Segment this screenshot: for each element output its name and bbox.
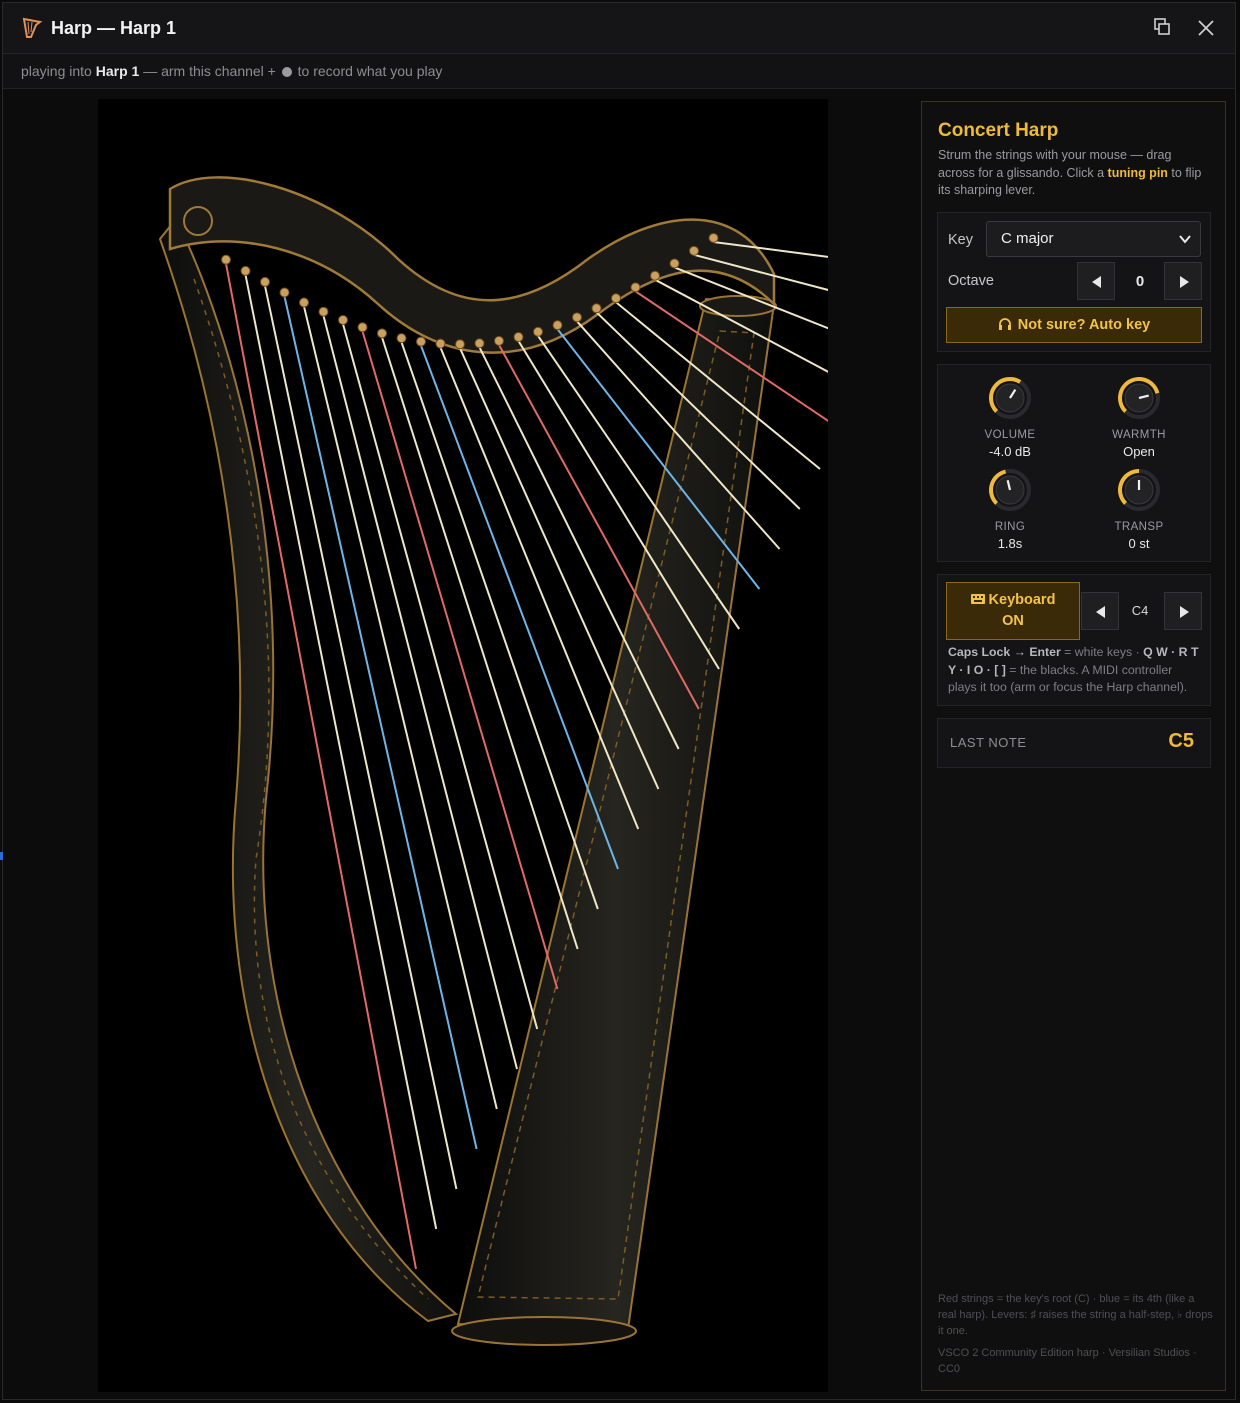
tuning-pin[interactable]	[533, 326, 543, 337]
tuning-pin[interactable]	[708, 232, 719, 243]
transpose-label: TRANSP	[1114, 521, 1164, 533]
hint-middle: — arm this channel +	[143, 63, 276, 79]
chevron-down-icon	[1179, 235, 1191, 244]
tuning-pin[interactable]	[338, 315, 348, 326]
warmth-label: WARMTH	[1112, 429, 1166, 441]
tuning-pin[interactable]	[318, 306, 329, 317]
help-keys-white: Caps Lock → Enter	[948, 645, 1061, 659]
tuning-pin[interactable]	[572, 312, 582, 323]
restore-icon[interactable]	[1149, 15, 1175, 41]
tuning-pin[interactable]	[650, 270, 660, 281]
harp-stage[interactable]	[98, 99, 828, 1392]
octave-up-button[interactable]	[1164, 262, 1202, 300]
triangle-right-icon	[1180, 606, 1189, 618]
keyboard-section: Keyboard ON C4 Caps Lock → Enter = white…	[937, 574, 1211, 706]
keyboard-octave-down-button[interactable]	[1081, 592, 1119, 630]
key-value: C major	[1001, 230, 1054, 247]
headphones-icon	[998, 318, 1011, 330]
octave-value: 0	[1135, 273, 1145, 290]
channel-hint: playing into Harp 1 — arm this channel +…	[3, 54, 1235, 89]
warmth-knob[interactable]	[1116, 375, 1162, 421]
tuning-pin[interactable]	[377, 328, 387, 339]
harp-string[interactable]	[400, 341, 599, 910]
window-title: Harp — Harp 1	[51, 18, 177, 38]
keyboard-icon	[970, 594, 985, 604]
tuning-pin[interactable]	[552, 320, 563, 331]
harp-string[interactable]	[420, 345, 619, 870]
harp-neck	[168, 176, 776, 354]
harp-icon	[22, 17, 43, 38]
volume-knob[interactable]	[987, 375, 1033, 421]
panel-title: Concert Harp	[938, 120, 1059, 141]
harp-string[interactable]	[361, 330, 559, 990]
harp-string[interactable]	[264, 285, 458, 1190]
tuning-pin[interactable]	[279, 287, 290, 298]
octave-label: Octave	[948, 273, 994, 289]
key-select[interactable]: C major	[986, 221, 1201, 257]
warmth-value: Open	[1123, 444, 1155, 459]
harp-string[interactable]	[459, 347, 660, 790]
last-note-display: LAST NOTE C5	[937, 718, 1211, 768]
keyboard-button-line1: Keyboard	[988, 592, 1056, 608]
tuning-pin[interactable]	[494, 335, 504, 346]
harp-string[interactable]	[342, 323, 539, 1030]
string-color-legend: Red strings = the key's root (C) · blue …	[938, 1293, 1213, 1337]
ring-label: RING	[994, 521, 1026, 533]
tuning-pin[interactable]	[396, 333, 407, 344]
volume-label: VOLUME	[984, 429, 1036, 441]
tuning-pin[interactable]	[630, 282, 641, 293]
key-label: Key	[948, 232, 973, 248]
last-note-value: C5	[1168, 730, 1194, 752]
control-panel: Concert Harp Strum the strings with your…	[921, 101, 1226, 1391]
keyboard-toggle-button[interactable]: Keyboard ON	[946, 582, 1080, 640]
tuning-pin[interactable]	[611, 293, 621, 304]
harp-window: Harp — Harp 1 playing into Harp 1 — arm …	[2, 2, 1236, 1400]
tuning-pin[interactable]	[591, 303, 602, 314]
harp-string[interactable]	[322, 315, 518, 1070]
close-icon[interactable]	[1193, 15, 1219, 41]
harp-illustration	[158, 176, 828, 1346]
last-note-label: LAST NOTE	[950, 735, 1027, 750]
transpose-value: 0 st	[1128, 536, 1150, 551]
harp-body	[158, 217, 459, 1323]
ring-knob[interactable]	[987, 467, 1033, 513]
tuning-pin[interactable]	[455, 339, 465, 350]
keyboard-octave-up-button[interactable]	[1164, 592, 1202, 630]
auto-key-label: Not sure? Auto key	[1017, 317, 1151, 333]
ring-value: 1.8s	[997, 536, 1023, 551]
tuning-pin[interactable]	[221, 254, 231, 265]
triangle-left-icon	[1096, 606, 1105, 618]
tuning-pin[interactable]	[474, 338, 485, 349]
keyboard-button-line2: ON	[1002, 613, 1024, 629]
help-text-white: = white keys ·	[1064, 645, 1140, 659]
tuning-pin[interactable]	[357, 322, 368, 333]
key-settings: Key C major Octave 0 Not sure? Auto key	[937, 212, 1211, 352]
description-highlight: tuning pin	[1107, 165, 1168, 180]
tuning-pin[interactable]	[435, 338, 446, 349]
title-bar: Harp — Harp 1	[3, 3, 1235, 54]
triangle-right-icon	[1180, 276, 1189, 288]
tuning-pin[interactable]	[416, 336, 426, 347]
record-dot-icon	[281, 67, 292, 77]
hint-suffix: to record what you play	[297, 63, 443, 79]
volume-value: -4.0 dB	[989, 444, 1031, 459]
hint-channel: Harp 1	[95, 63, 140, 79]
sample-credit: VSCO 2 Community Edition harp · Versilia…	[938, 1347, 1197, 1375]
window-edge-marker	[0, 852, 3, 860]
auto-key-button[interactable]: Not sure? Auto key	[946, 307, 1202, 343]
octave-down-button[interactable]	[1077, 262, 1115, 300]
tuning-pin[interactable]	[260, 276, 270, 287]
tuning-pin[interactable]	[299, 297, 309, 308]
tuning-pin[interactable]	[689, 245, 699, 256]
tuning-pin[interactable]	[669, 258, 680, 269]
keyboard-base-note: C4	[1131, 603, 1149, 618]
keyboard-help: Caps Lock → Enter = white keys · Q W · R…	[948, 644, 1204, 697]
tuning-pin[interactable]	[513, 332, 524, 343]
hint-prefix: playing into	[21, 63, 92, 79]
tuning-pin[interactable]	[240, 265, 251, 276]
knob-section: VOLUME -4.0 dB WARMTH Open RING 1.8s TRA…	[937, 364, 1211, 562]
panel-description: Strum the strings with your mouse — drag…	[938, 147, 1208, 200]
triangle-left-icon	[1092, 276, 1101, 288]
transpose-knob[interactable]	[1116, 467, 1162, 513]
